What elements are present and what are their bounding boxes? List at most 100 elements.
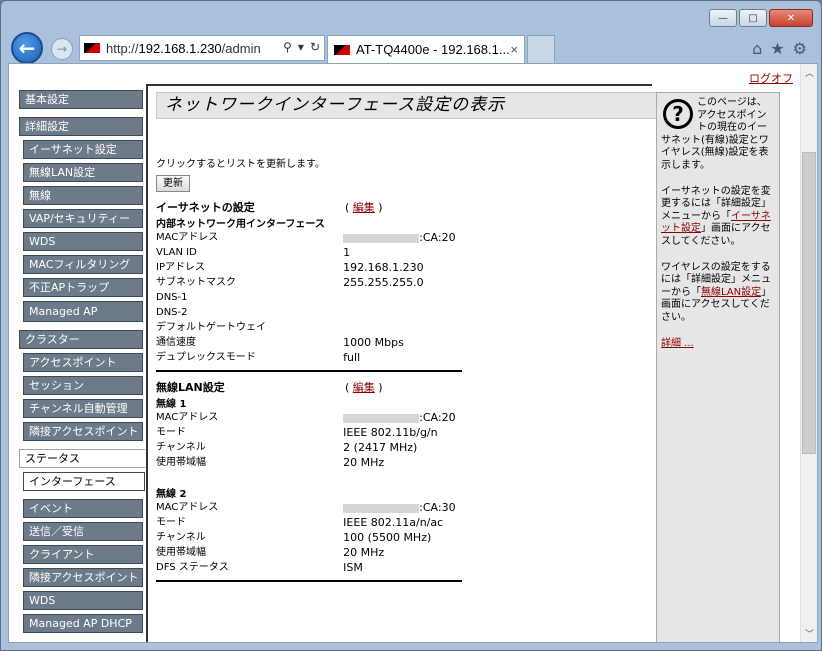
redacted-mac [343,503,420,513]
minimize-button[interactable]: — [709,9,737,27]
help-wireless-link[interactable]: 無線LAN設定 [701,287,761,298]
mac-suffix: :CA:20 [419,231,456,244]
info-label: IPアドレス [156,262,205,273]
scroll-thumb[interactable] [802,152,816,454]
nav-status-item[interactable]: クライアント [23,545,143,564]
refresh-button[interactable]: 更新 [156,175,190,192]
tab-close-icon[interactable]: × [510,42,518,57]
new-tab-button[interactable] [527,35,555,63]
ethernet-subheading: 内部ネットワーク用インターフェース [156,219,325,230]
info-value: ISM [343,561,363,574]
info-label: デフォルトゲートウェイ [156,322,266,333]
info-label: デュプレックスモード [156,352,256,363]
info-value: 100 (5500 MHz) [343,531,432,544]
url-path: /admin [221,40,261,56]
page-viewport: ログオフ 基本設定 詳細設定 イーサネット設定 無線LAN設定 無線 VAP/セ… [8,63,818,643]
redacted-mac [343,413,420,423]
info-label: 使用帯域幅 [156,547,206,558]
nav-status[interactable]: ステータス [19,449,145,468]
info-value: full [343,351,361,364]
info-value: 1 [343,246,351,259]
help-more-link[interactable]: 詳細 ... [661,338,694,349]
nav-advanced-item[interactable]: 無線LAN設定 [23,163,143,182]
info-row: 使用帯域幅 20 MHz [156,545,462,560]
search-icon[interactable]: ⚲ [283,40,292,54]
favorites-icon[interactable]: ★ [770,39,784,58]
browser-tab[interactable]: AT-TQ4400e - 192.168.1... × [327,35,525,63]
forward-arrow-icon: → [56,42,68,56]
nav-cluster-item[interactable]: アクセスポイント [23,353,143,372]
info-label: サブネットマスク [156,277,236,288]
refresh-icon[interactable]: ↻ [310,40,320,54]
back-button[interactable]: ← [11,32,43,64]
refresh-note: クリックするとリストを更新します。 [156,159,325,170]
nav-cluster[interactable]: クラスター [19,330,143,349]
address-tools: ⚲ ▾ ↻ [283,40,320,54]
close-button[interactable]: ✕ [769,9,813,27]
window-controls: — □ ✕ [709,9,813,27]
mac-suffix: :CA:30 [419,501,456,514]
info-row: DNS-2 [156,305,462,320]
ethernet-rows: MACアドレス:CA:20 VLAN ID 1 IPアドレス 192.168.1.230… [156,230,462,365]
info-row: MACアドレス :CA:20 [156,410,462,425]
vertical-scrollbar[interactable]: ︿ ﹀ [800,64,817,642]
nav-advanced-item[interactable]: VAP/セキュリティー [23,209,143,228]
nav-status-item[interactable]: 隣接アクセスポイント [23,568,143,587]
scroll-up-icon[interactable]: ︿ [801,64,817,81]
info-value: 255.255.255.0 [343,276,424,289]
info-row: 使用帯域幅 20 MHz [156,455,462,470]
help-text-2: イーサネットの設定を変更するには「詳細設定」メニューから「イーサネット設定」画面… [661,185,771,247]
scroll-down-icon[interactable]: ﹀ [801,625,817,642]
divider [156,580,462,582]
nav-cluster-item[interactable]: セッション [23,376,143,395]
info-value: :CA:30 [343,500,462,515]
info-value: IEEE 802.11b/g/n [343,426,438,439]
info-value: 2 (2417 MHz) [343,441,418,454]
maximize-button[interactable]: □ [739,9,767,27]
nav-cluster-item[interactable]: 隣接アクセスポイント [23,422,143,441]
wireless-edit-link[interactable]: 編集 [353,381,375,394]
radio1-rows: MACアドレス:CA:20 モード IEEE 802.11b/g/n チャンネル 2 (… [156,410,462,470]
info-value: 20 MHz [343,456,385,469]
nav-status-item[interactable]: WDS [23,591,143,610]
nav-advanced-item[interactable]: WDS [23,232,143,251]
nav-advanced-item[interactable]: 無線 [23,186,143,205]
info-label: DFS ステータス [156,562,229,573]
info-label: MACアドレス [156,412,219,423]
ethernet-edit-link[interactable]: 編集 [353,201,375,214]
forward-button[interactable]: → [51,38,73,60]
info-label: 使用帯域幅 [156,457,206,468]
divider [156,370,462,372]
info-value: 1000 Mbps [343,336,404,349]
nav-advanced[interactable]: 詳細設定 [19,117,143,136]
nav-advanced-item[interactable]: イーサネット設定 [23,140,143,159]
url-host: 192.168.1.230 [138,40,222,56]
info-row: デフォルトゲートウェイ [156,320,462,335]
nav-advanced-item[interactable]: MACフィルタリング [23,255,143,274]
nav-status-item[interactable]: イベント [23,499,143,518]
info-row: サブネットマスク 255.255.255.0 [156,275,462,290]
mac-suffix: :CA:20 [419,411,456,424]
address-bar[interactable]: http://192.168.1.230/admin ⚲ ▾ ↻ [79,35,325,61]
info-row: モード IEEE 802.11a/n/ac [156,515,462,530]
radio2-rows: MACアドレス:CA:30 モード IEEE 802.11a/n/ac チャンネル 10… [156,500,462,575]
nav-basic[interactable]: 基本設定 [19,90,143,109]
nav-status-item[interactable]: 送信／受信 [23,522,143,541]
nav-cluster-item[interactable]: チャンネル自動管理 [23,399,143,418]
info-value: 20 MHz [343,546,385,559]
tab-favicon-icon [334,44,350,55]
nav-advanced-item[interactable]: Managed AP [23,301,143,322]
info-label: モード [156,517,186,528]
nav-status-active[interactable]: インターフェース [23,472,145,491]
help-text-3: ワイヤレスの設定をするには「詳細設定」メニューから「無線LAN設定」画面にアクセ… [661,261,772,323]
info-value: :CA:20 [343,230,462,245]
dropdown-icon[interactable]: ▾ [298,40,304,54]
info-value: :CA:20 [343,410,462,425]
nav-advanced-item[interactable]: 不正APトラップ [23,278,143,297]
nav-status-item[interactable]: Managed AP DHCP [23,614,143,633]
home-icon[interactable]: ⌂ [752,39,762,58]
gear-icon[interactable]: ⚙ [793,39,807,58]
redacted-mac [343,233,420,243]
info-value: IEEE 802.11a/n/ac [343,516,444,529]
logout-link[interactable]: ログオフ [749,70,793,86]
